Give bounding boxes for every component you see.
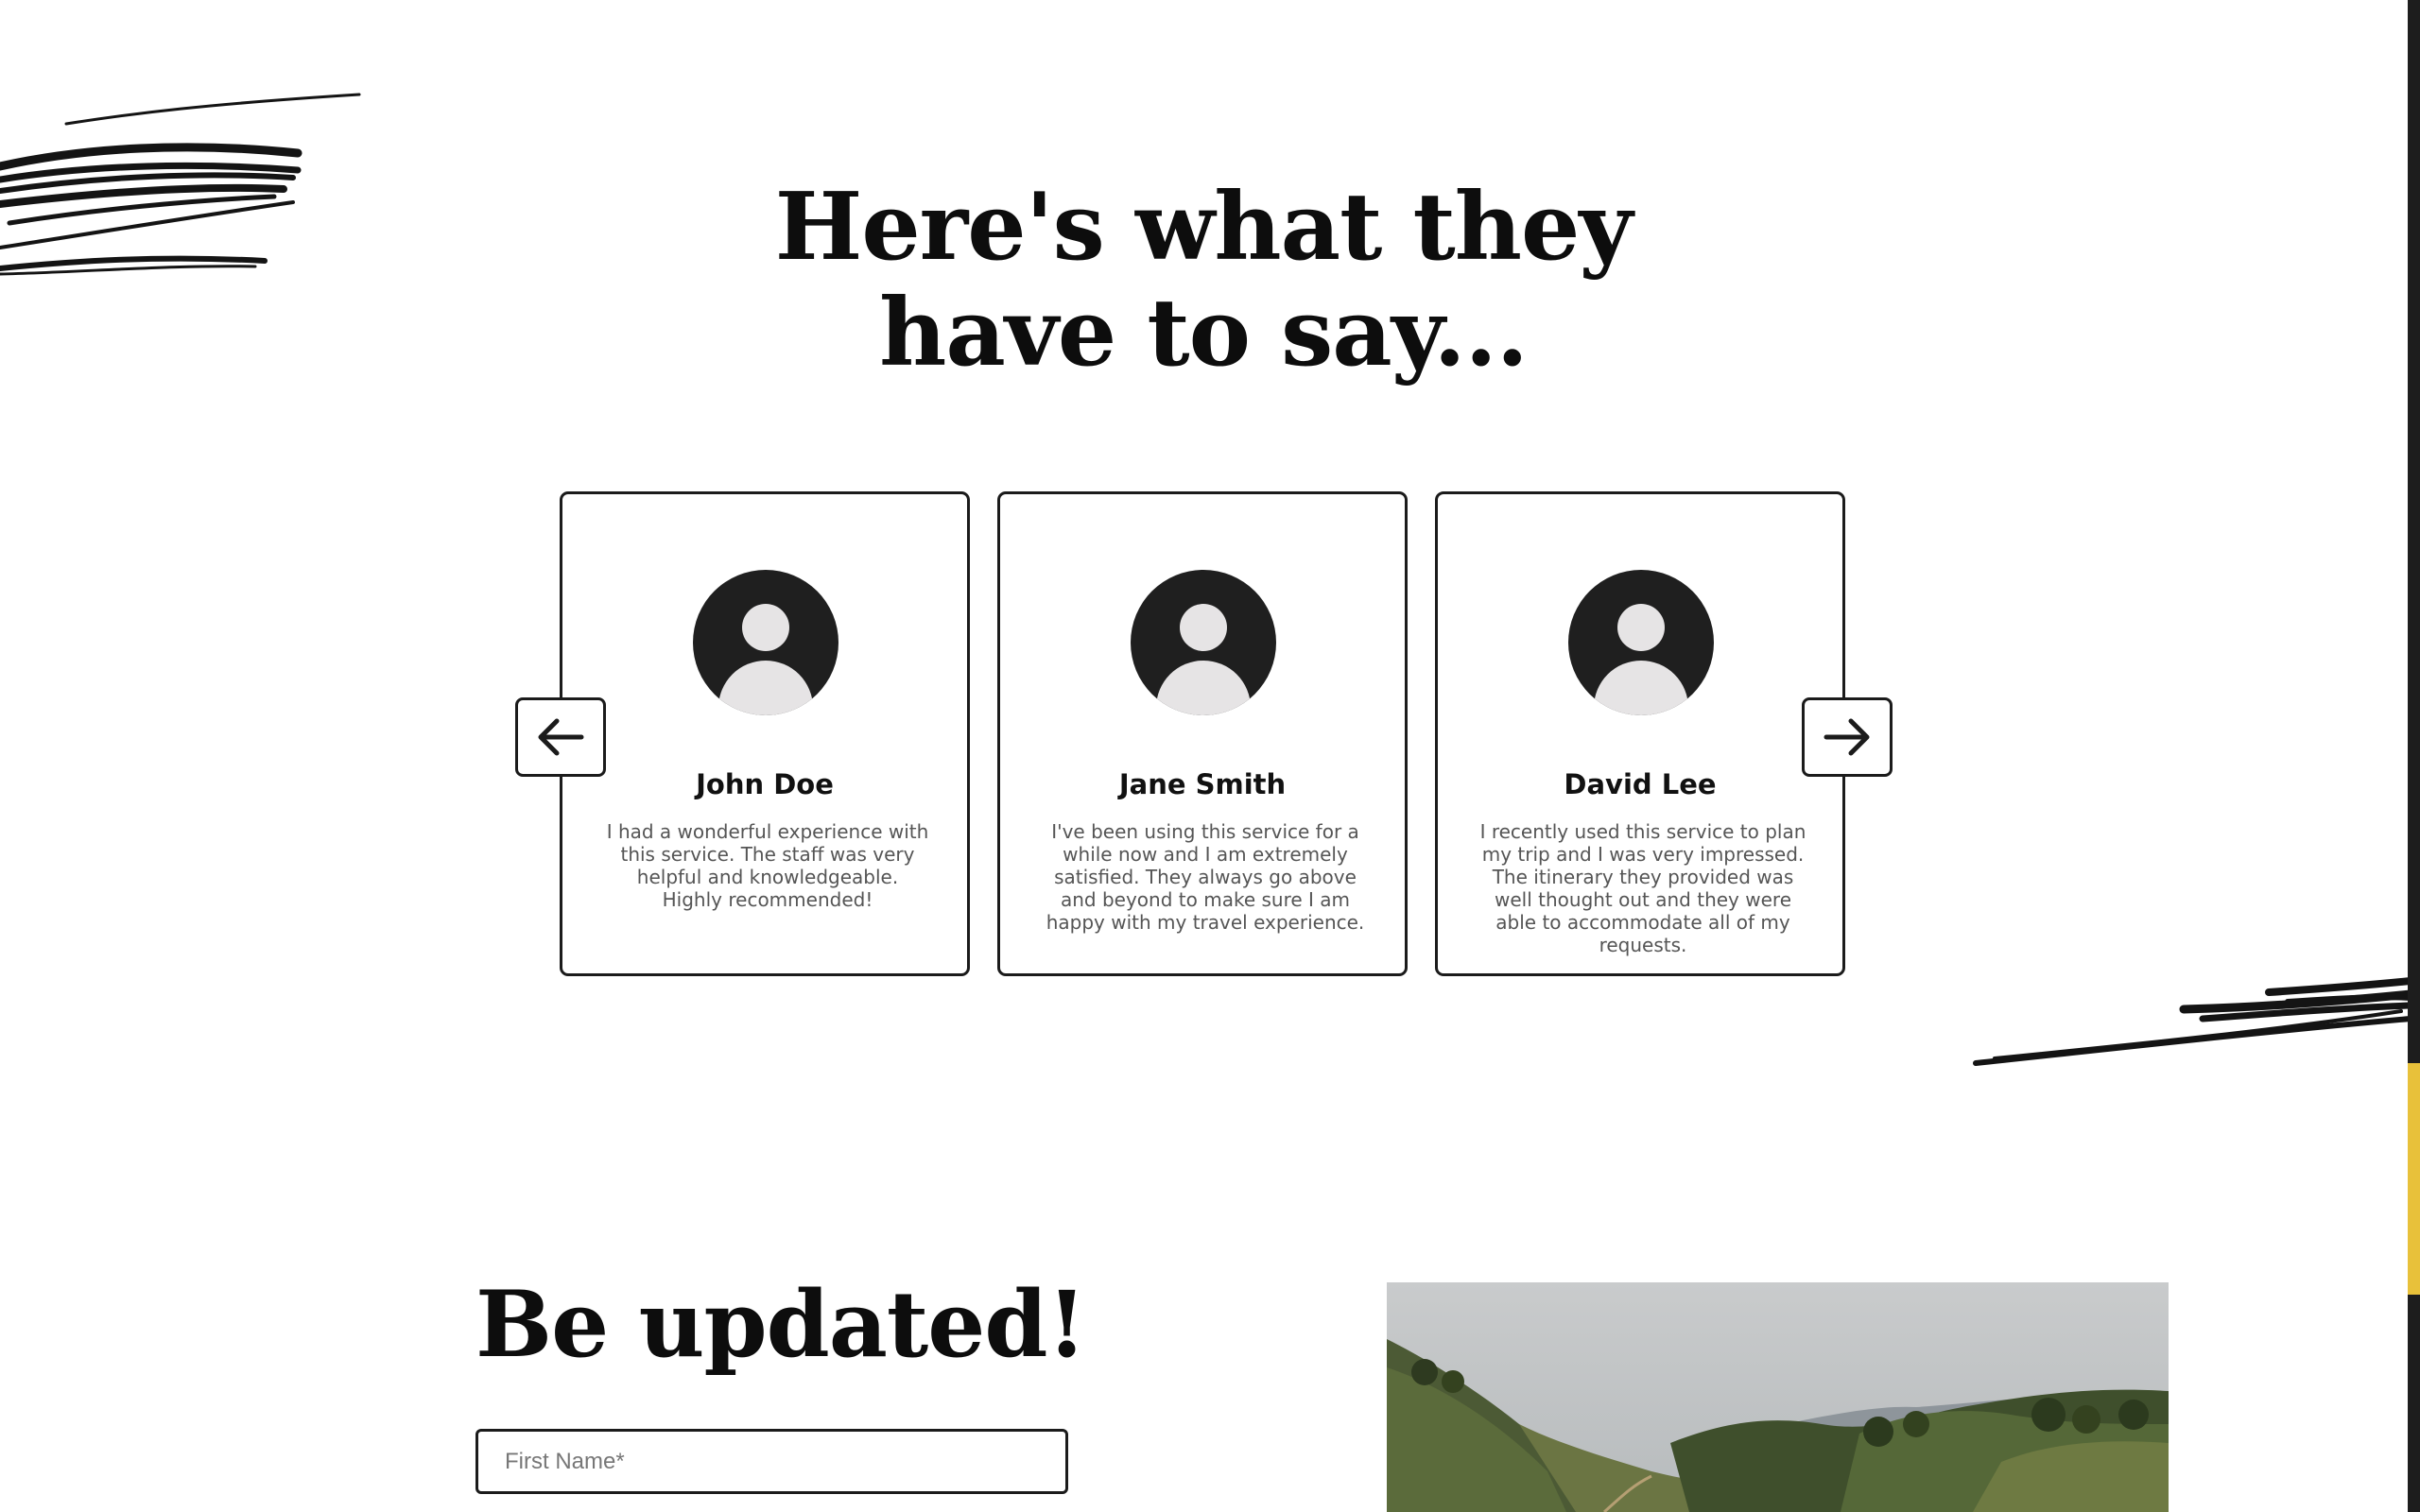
user-avatar-icon	[1131, 570, 1276, 715]
testimonial-quote: I recently used this service to plan my …	[1479, 820, 1806, 956]
testimonial-quote: I had a wonderful experience with this s…	[606, 820, 929, 911]
testimonial-quote: I've been using this service for a while…	[1046, 820, 1365, 934]
carousel-prev-button[interactable]	[515, 697, 606, 777]
testimonial-card: John Doe I had a wonderful experience wi…	[560, 491, 970, 976]
testimonials-heading: Here's what they have to say...	[0, 175, 2407, 387]
page-scrollbar[interactable]	[2408, 0, 2420, 1512]
newsletter-heading: Be updated!	[475, 1271, 1087, 1378]
testimonial-name: Jane Smith	[1118, 768, 1287, 800]
arrow-right-icon	[1824, 718, 1870, 756]
testimonial-card: David Lee I recently used this service t…	[1435, 491, 1845, 976]
testimonial-name: John Doe	[696, 768, 834, 800]
landscape-photo	[1387, 1282, 2169, 1512]
first-name-field[interactable]	[475, 1429, 1068, 1494]
arrow-left-icon	[538, 718, 584, 756]
carousel-next-button[interactable]	[1802, 697, 1893, 777]
testimonials-heading-line-2: have to say...	[879, 279, 1529, 387]
scrollbar-thumb[interactable]	[2408, 1063, 2420, 1295]
user-avatar-icon	[693, 570, 838, 715]
testimonial-name: David Lee	[1564, 768, 1717, 800]
user-avatar-icon	[1568, 570, 1714, 715]
testimonial-card: Jane Smith I've been using this service …	[997, 491, 1408, 976]
testimonials-heading-line-1: Here's what they	[774, 173, 1634, 282]
brush-stroke-decoration	[1973, 977, 2411, 1066]
